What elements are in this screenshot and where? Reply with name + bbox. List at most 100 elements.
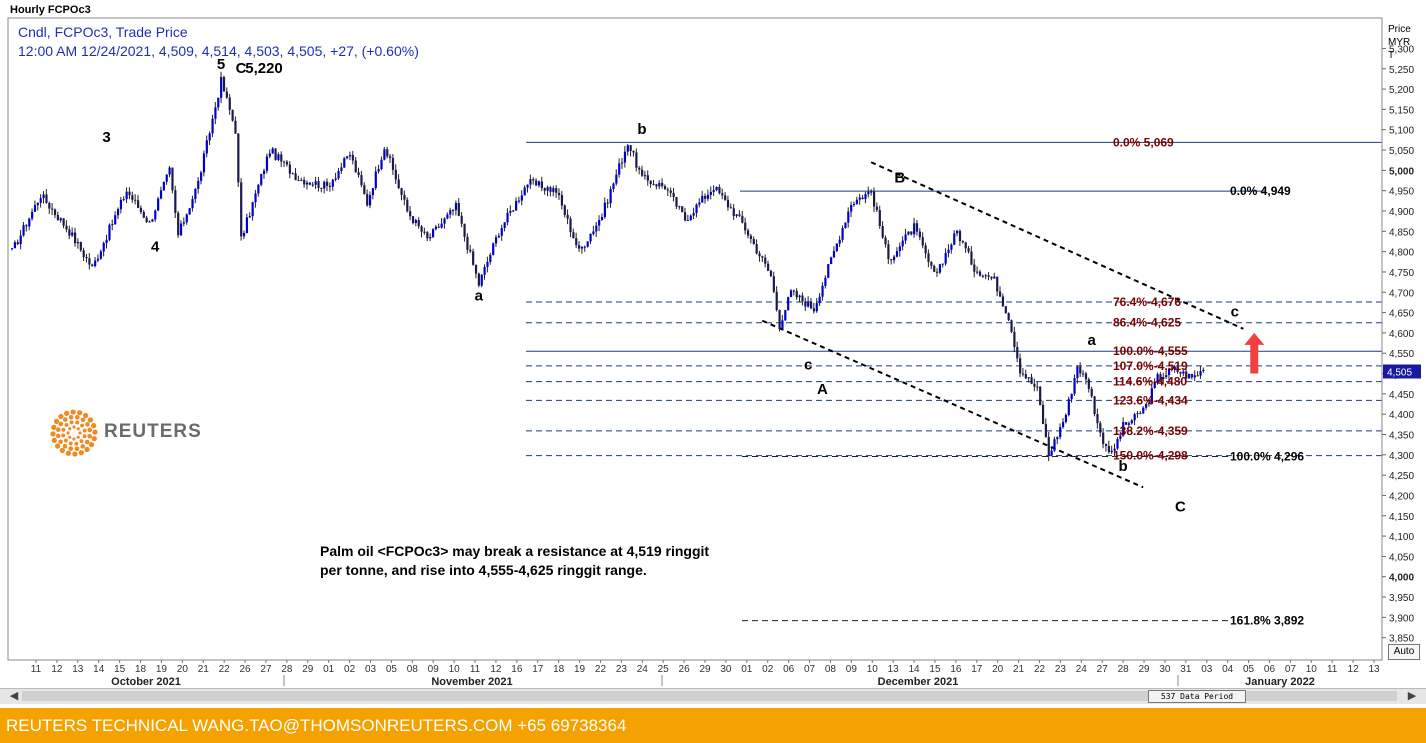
candle-up — [114, 215, 117, 225]
wave-labels: 5 C5,22034abcABabcC — [102, 56, 1239, 516]
price-tick-label: 5,300 — [1389, 44, 1414, 55]
candle-down — [861, 197, 864, 200]
candle-up — [598, 219, 601, 226]
candle-up — [895, 251, 899, 257]
day-label: 27 — [260, 664, 272, 675]
candle-up — [494, 237, 498, 244]
candle-down — [274, 148, 277, 160]
candle-up — [151, 219, 154, 222]
candle-up — [864, 194, 867, 200]
logo-dot — [85, 421, 90, 427]
candle-up — [76, 242, 80, 244]
day-label: 04 — [1222, 664, 1234, 675]
candle-up — [168, 167, 171, 175]
candle-up — [789, 290, 793, 298]
fib-label: 76.4%-4,676 — [1113, 295, 1181, 309]
candle-down — [1190, 374, 1194, 378]
scroll-right-icon[interactable]: ▶ — [1402, 689, 1422, 703]
wave-label: a — [1087, 332, 1096, 349]
candle-up — [898, 246, 901, 252]
candle-down — [767, 263, 770, 271]
price-tick-label: 5,200 — [1389, 85, 1414, 96]
logo-dot — [69, 420, 74, 425]
candle-down — [718, 186, 721, 194]
day-label: 30 — [720, 664, 732, 675]
candle-up — [125, 191, 128, 200]
candle-down — [400, 188, 403, 195]
candle-down — [918, 231, 922, 238]
candle-down — [724, 195, 727, 200]
price-tick-label: 3,900 — [1389, 613, 1414, 624]
day-label: 15 — [929, 664, 941, 675]
candle-down — [978, 271, 982, 276]
day-label: 17 — [971, 664, 983, 675]
candle-down — [320, 187, 323, 189]
candle-up — [709, 191, 712, 195]
candle-down — [280, 154, 283, 162]
candle-down — [53, 209, 57, 215]
candle-up — [712, 190, 715, 192]
candle-down — [752, 238, 755, 245]
candle-up — [208, 133, 211, 141]
day-label: 09 — [428, 664, 440, 675]
candle-down — [131, 195, 134, 200]
candle-up — [698, 202, 701, 205]
candle-up — [552, 188, 555, 192]
candle-up — [517, 200, 521, 202]
candle-up — [39, 198, 42, 203]
candle-down — [1104, 443, 1108, 447]
candle-up — [787, 297, 790, 311]
candle-up — [1076, 366, 1079, 379]
candle-up — [506, 212, 509, 223]
candle-up — [28, 218, 31, 227]
candle-down — [755, 244, 758, 254]
candle-up — [197, 180, 200, 189]
price-tick-label: 3,950 — [1389, 593, 1414, 604]
candle-down — [792, 290, 795, 292]
candle-down — [394, 169, 397, 180]
candle-up — [1136, 413, 1139, 415]
day-label: 22 — [219, 664, 231, 675]
candle-down — [881, 225, 884, 238]
candle-down — [231, 109, 234, 121]
candle-down — [326, 181, 329, 186]
candle-down — [726, 199, 730, 208]
logo-dot — [58, 439, 63, 445]
logo-dot — [87, 417, 94, 423]
price-tick-label: 5,100 — [1389, 126, 1414, 137]
horizontal-scrollbar[interactable]: ◀ 537 Data Period ▶ — [0, 688, 1426, 704]
candle-up — [59, 218, 62, 221]
candle-up — [1187, 374, 1191, 379]
current-price-label: 4,505 — [1387, 368, 1412, 379]
day-label: 02 — [762, 664, 774, 675]
candle-up — [944, 252, 947, 264]
candle-down — [875, 206, 879, 210]
candle-up — [440, 223, 443, 228]
candle-down — [1090, 388, 1093, 397]
day-label: 18 — [553, 664, 565, 675]
logo-dot — [74, 446, 80, 452]
candle-up — [431, 229, 435, 238]
day-label: 05 — [386, 664, 398, 675]
candle-up — [706, 194, 710, 199]
candle-up — [838, 239, 841, 244]
candle-down — [391, 157, 395, 170]
candle-up — [348, 154, 352, 157]
candle-up — [323, 181, 326, 189]
candle-down — [1096, 414, 1099, 424]
candle-down — [704, 195, 707, 199]
candle-down — [655, 184, 658, 187]
candle-up — [497, 235, 501, 238]
logo-dot — [88, 441, 95, 448]
price-chart[interactable]: 0.0% 5,069 76.4%-4,676 86.4%-4,625 100.0%-4… — [0, 0, 1426, 705]
candle-down — [366, 193, 369, 206]
candle-up — [620, 162, 624, 164]
logo-dot — [87, 433, 92, 439]
day-label: 06 — [783, 664, 795, 675]
candle-up — [182, 222, 186, 224]
scroll-left-icon[interactable]: ◀ — [4, 689, 24, 703]
auto-scale-button[interactable]: Auto — [1388, 644, 1420, 660]
price-tick-label: 4,700 — [1389, 288, 1414, 299]
candle-down — [935, 271, 939, 273]
candle-down — [134, 199, 137, 201]
